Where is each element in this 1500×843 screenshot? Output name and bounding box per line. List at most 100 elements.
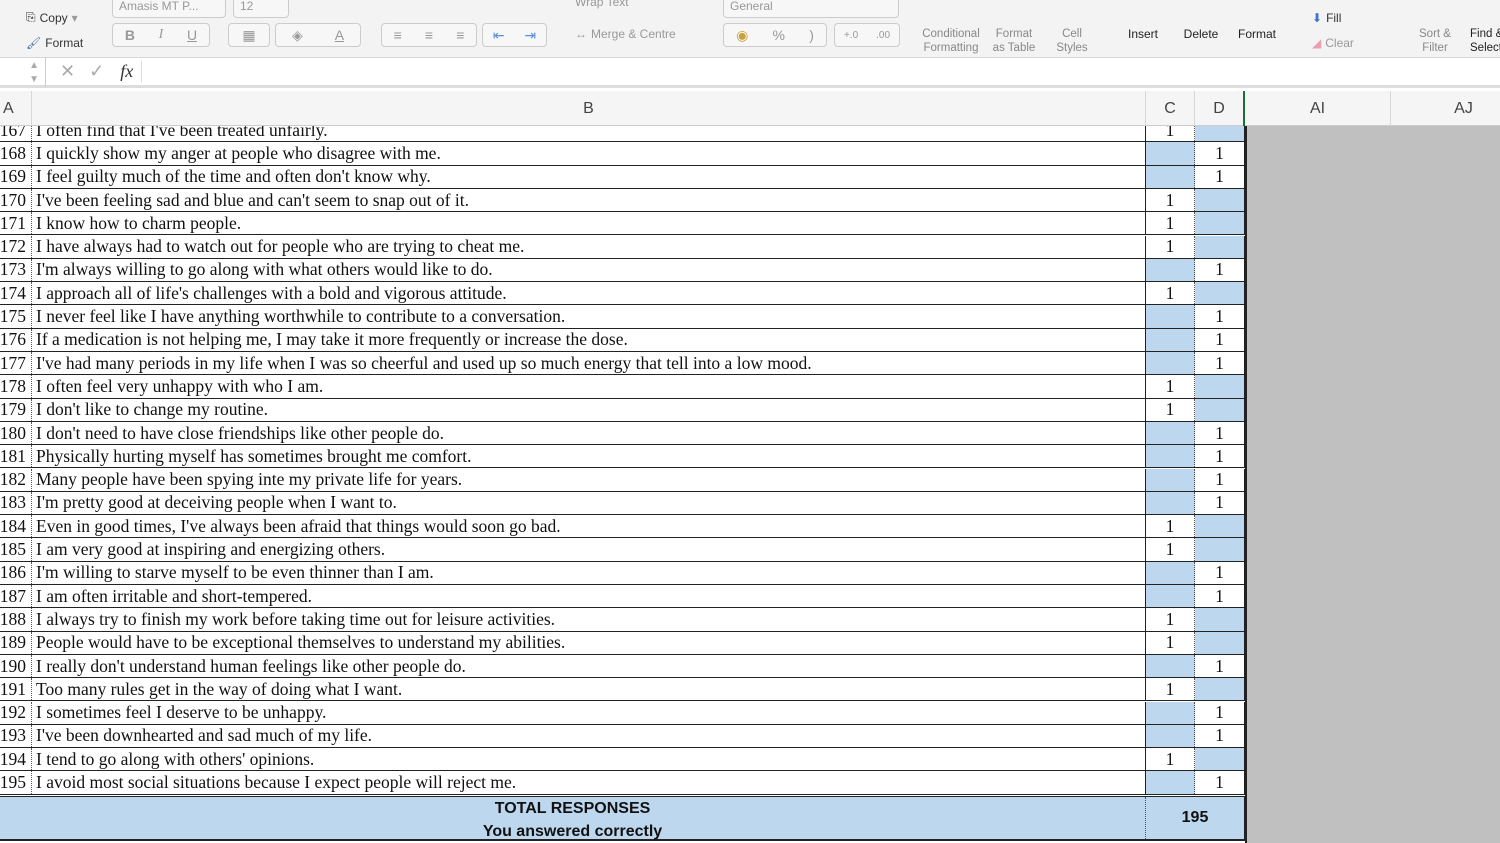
cell-c[interactable] bbox=[1146, 468, 1195, 491]
column-header-b[interactable]: B bbox=[32, 91, 1146, 126]
cell-d[interactable]: 1 bbox=[1195, 352, 1245, 375]
row-number[interactable]: 182 bbox=[0, 468, 32, 491]
cell-d[interactable] bbox=[1195, 538, 1245, 561]
cell-d[interactable] bbox=[1195, 748, 1245, 771]
cell-c[interactable]: 1 bbox=[1146, 538, 1195, 561]
cell-c[interactable]: 1 bbox=[1146, 188, 1195, 212]
number-format-select[interactable]: General bbox=[723, 0, 899, 18]
question-cell[interactable]: I'm pretty good at deceiving people when… bbox=[32, 491, 1146, 515]
cell-c[interactable] bbox=[1146, 561, 1195, 584]
row-number[interactable]: 167 bbox=[0, 126, 32, 142]
cell-d[interactable]: 1 bbox=[1195, 491, 1245, 515]
italic-button[interactable]: I bbox=[159, 27, 164, 43]
cell-c[interactable] bbox=[1146, 352, 1195, 375]
row-number[interactable]: 174 bbox=[0, 282, 32, 305]
cell-styles-button[interactable]: Cell Styles bbox=[1048, 27, 1096, 55]
decimal-group[interactable]: +.0 .00 bbox=[834, 23, 900, 47]
number-group[interactable]: ◉%) bbox=[723, 23, 827, 47]
row-number[interactable]: 172 bbox=[0, 235, 32, 258]
question-cell[interactable]: I often find that I've been treated unfa… bbox=[32, 126, 1146, 142]
cell-c[interactable]: 1 bbox=[1146, 608, 1195, 631]
cell-d[interactable] bbox=[1195, 678, 1245, 701]
row-number[interactable]: 169 bbox=[0, 165, 32, 188]
row-number[interactable]: 180 bbox=[0, 421, 32, 445]
row-number[interactable]: 186 bbox=[0, 561, 32, 584]
cell-d[interactable]: 1 bbox=[1195, 468, 1245, 491]
question-cell[interactable]: Even in good times, I've always been afr… bbox=[32, 515, 1146, 538]
format-as-table-button[interactable]: Format as Table bbox=[988, 27, 1040, 55]
cell-c[interactable]: 1 bbox=[1146, 398, 1195, 421]
question-cell[interactable]: I quickly show my anger at people who di… bbox=[32, 142, 1146, 165]
cell-d[interactable]: 1 bbox=[1195, 654, 1245, 678]
cell-d[interactable]: 1 bbox=[1195, 258, 1245, 282]
cell-d[interactable] bbox=[1195, 126, 1245, 142]
question-cell[interactable]: I really don't understand human feelings… bbox=[32, 654, 1146, 678]
row-number[interactable]: 191 bbox=[0, 678, 32, 701]
question-cell[interactable]: Physically hurting myself has sometimes … bbox=[32, 445, 1146, 468]
question-cell[interactable]: Many people have been spying inte my pri… bbox=[32, 468, 1146, 491]
cell-c[interactable] bbox=[1146, 305, 1195, 328]
cell-d[interactable] bbox=[1195, 515, 1245, 538]
cell-c[interactable] bbox=[1146, 771, 1195, 794]
row-number[interactable]: 187 bbox=[0, 585, 32, 608]
confirm-icon[interactable]: ✓ bbox=[89, 61, 104, 82]
font-size-select[interactable]: 12 bbox=[233, 0, 289, 18]
indent-group[interactable]: ⇤ ⇥ bbox=[482, 23, 547, 47]
cell-d[interactable]: 1 bbox=[1195, 328, 1245, 351]
cell-c[interactable]: 1 bbox=[1146, 282, 1195, 305]
cell-d[interactable] bbox=[1195, 282, 1245, 305]
cell-c[interactable] bbox=[1146, 445, 1195, 468]
question-cell[interactable]: I avoid most social situations because I… bbox=[32, 771, 1146, 794]
row-number[interactable]: 184 bbox=[0, 515, 32, 538]
question-cell[interactable]: People would have to be exceptional them… bbox=[32, 631, 1146, 654]
cell-c[interactable] bbox=[1146, 724, 1195, 748]
sort-filter-button[interactable]: Sort & Filter bbox=[1410, 27, 1460, 55]
question-cell[interactable]: I've been feeling sad and blue and can't… bbox=[32, 188, 1146, 212]
cell-d[interactable] bbox=[1195, 398, 1245, 421]
cell-d[interactable]: 1 bbox=[1195, 142, 1245, 165]
cell-c[interactable] bbox=[1146, 491, 1195, 515]
question-cell[interactable]: I don't need to have close friendships l… bbox=[32, 421, 1146, 445]
wrap-text-button[interactable]: Wrap Text bbox=[575, 0, 629, 9]
column-header-a[interactable]: A bbox=[0, 91, 32, 126]
cell-d[interactable] bbox=[1195, 631, 1245, 654]
column-header-d[interactable]: D bbox=[1195, 91, 1245, 126]
format-button[interactable]: Format bbox=[1234, 27, 1280, 41]
row-number[interactable]: 168 bbox=[0, 142, 32, 165]
cell-d[interactable] bbox=[1195, 235, 1245, 258]
cell-d[interactable] bbox=[1195, 608, 1245, 631]
row-number[interactable]: 185 bbox=[0, 538, 32, 561]
cell-c[interactable] bbox=[1146, 328, 1195, 351]
font-name-select[interactable]: Amasis MT P... bbox=[112, 0, 226, 18]
question-cell[interactable]: I've had many periods in my life when I … bbox=[32, 352, 1146, 375]
question-cell[interactable]: Too many rules get in the way of doing w… bbox=[32, 678, 1146, 701]
row-number[interactable]: 188 bbox=[0, 608, 32, 631]
cell-d[interactable]: 1 bbox=[1195, 421, 1245, 445]
question-cell[interactable]: I know how to charm people. bbox=[32, 212, 1146, 235]
cell-d[interactable]: 1 bbox=[1195, 165, 1245, 188]
cell-c[interactable]: 1 bbox=[1146, 212, 1195, 235]
row-number[interactable]: 179 bbox=[0, 398, 32, 421]
question-cell[interactable]: I've been downhearted and sad much of my… bbox=[32, 724, 1146, 748]
cell-c[interactable] bbox=[1146, 585, 1195, 608]
cell-d[interactable]: 1 bbox=[1195, 724, 1245, 748]
row-number[interactable]: 171 bbox=[0, 212, 32, 235]
cell-c[interactable]: 1 bbox=[1146, 678, 1195, 701]
name-box[interactable]: ▲ ▼ bbox=[0, 56, 46, 87]
cell-c[interactable] bbox=[1146, 654, 1195, 678]
cell-c[interactable] bbox=[1146, 165, 1195, 188]
row-number[interactable]: 183 bbox=[0, 491, 32, 515]
row-number[interactable]: 173 bbox=[0, 258, 32, 282]
row-number[interactable]: 195 bbox=[0, 771, 32, 794]
question-cell[interactable]: I'm willing to starve myself to be even … bbox=[32, 561, 1146, 584]
question-cell[interactable]: I approach all of life's challenges with… bbox=[32, 282, 1146, 305]
conditional-formatting-button[interactable]: Conditional Formatting bbox=[918, 27, 984, 55]
cell-d[interactable]: 1 bbox=[1195, 305, 1245, 328]
cell-c[interactable]: 1 bbox=[1146, 515, 1195, 538]
cell-c[interactable]: 1 bbox=[1146, 375, 1195, 398]
row-number[interactable]: 175 bbox=[0, 305, 32, 328]
question-cell[interactable]: I am often irritable and short-tempered. bbox=[32, 585, 1146, 608]
cell-c[interactable] bbox=[1146, 258, 1195, 282]
question-cell[interactable]: I feel guilty much of the time and often… bbox=[32, 165, 1146, 188]
column-header-aj[interactable]: AJ bbox=[1391, 91, 1500, 126]
